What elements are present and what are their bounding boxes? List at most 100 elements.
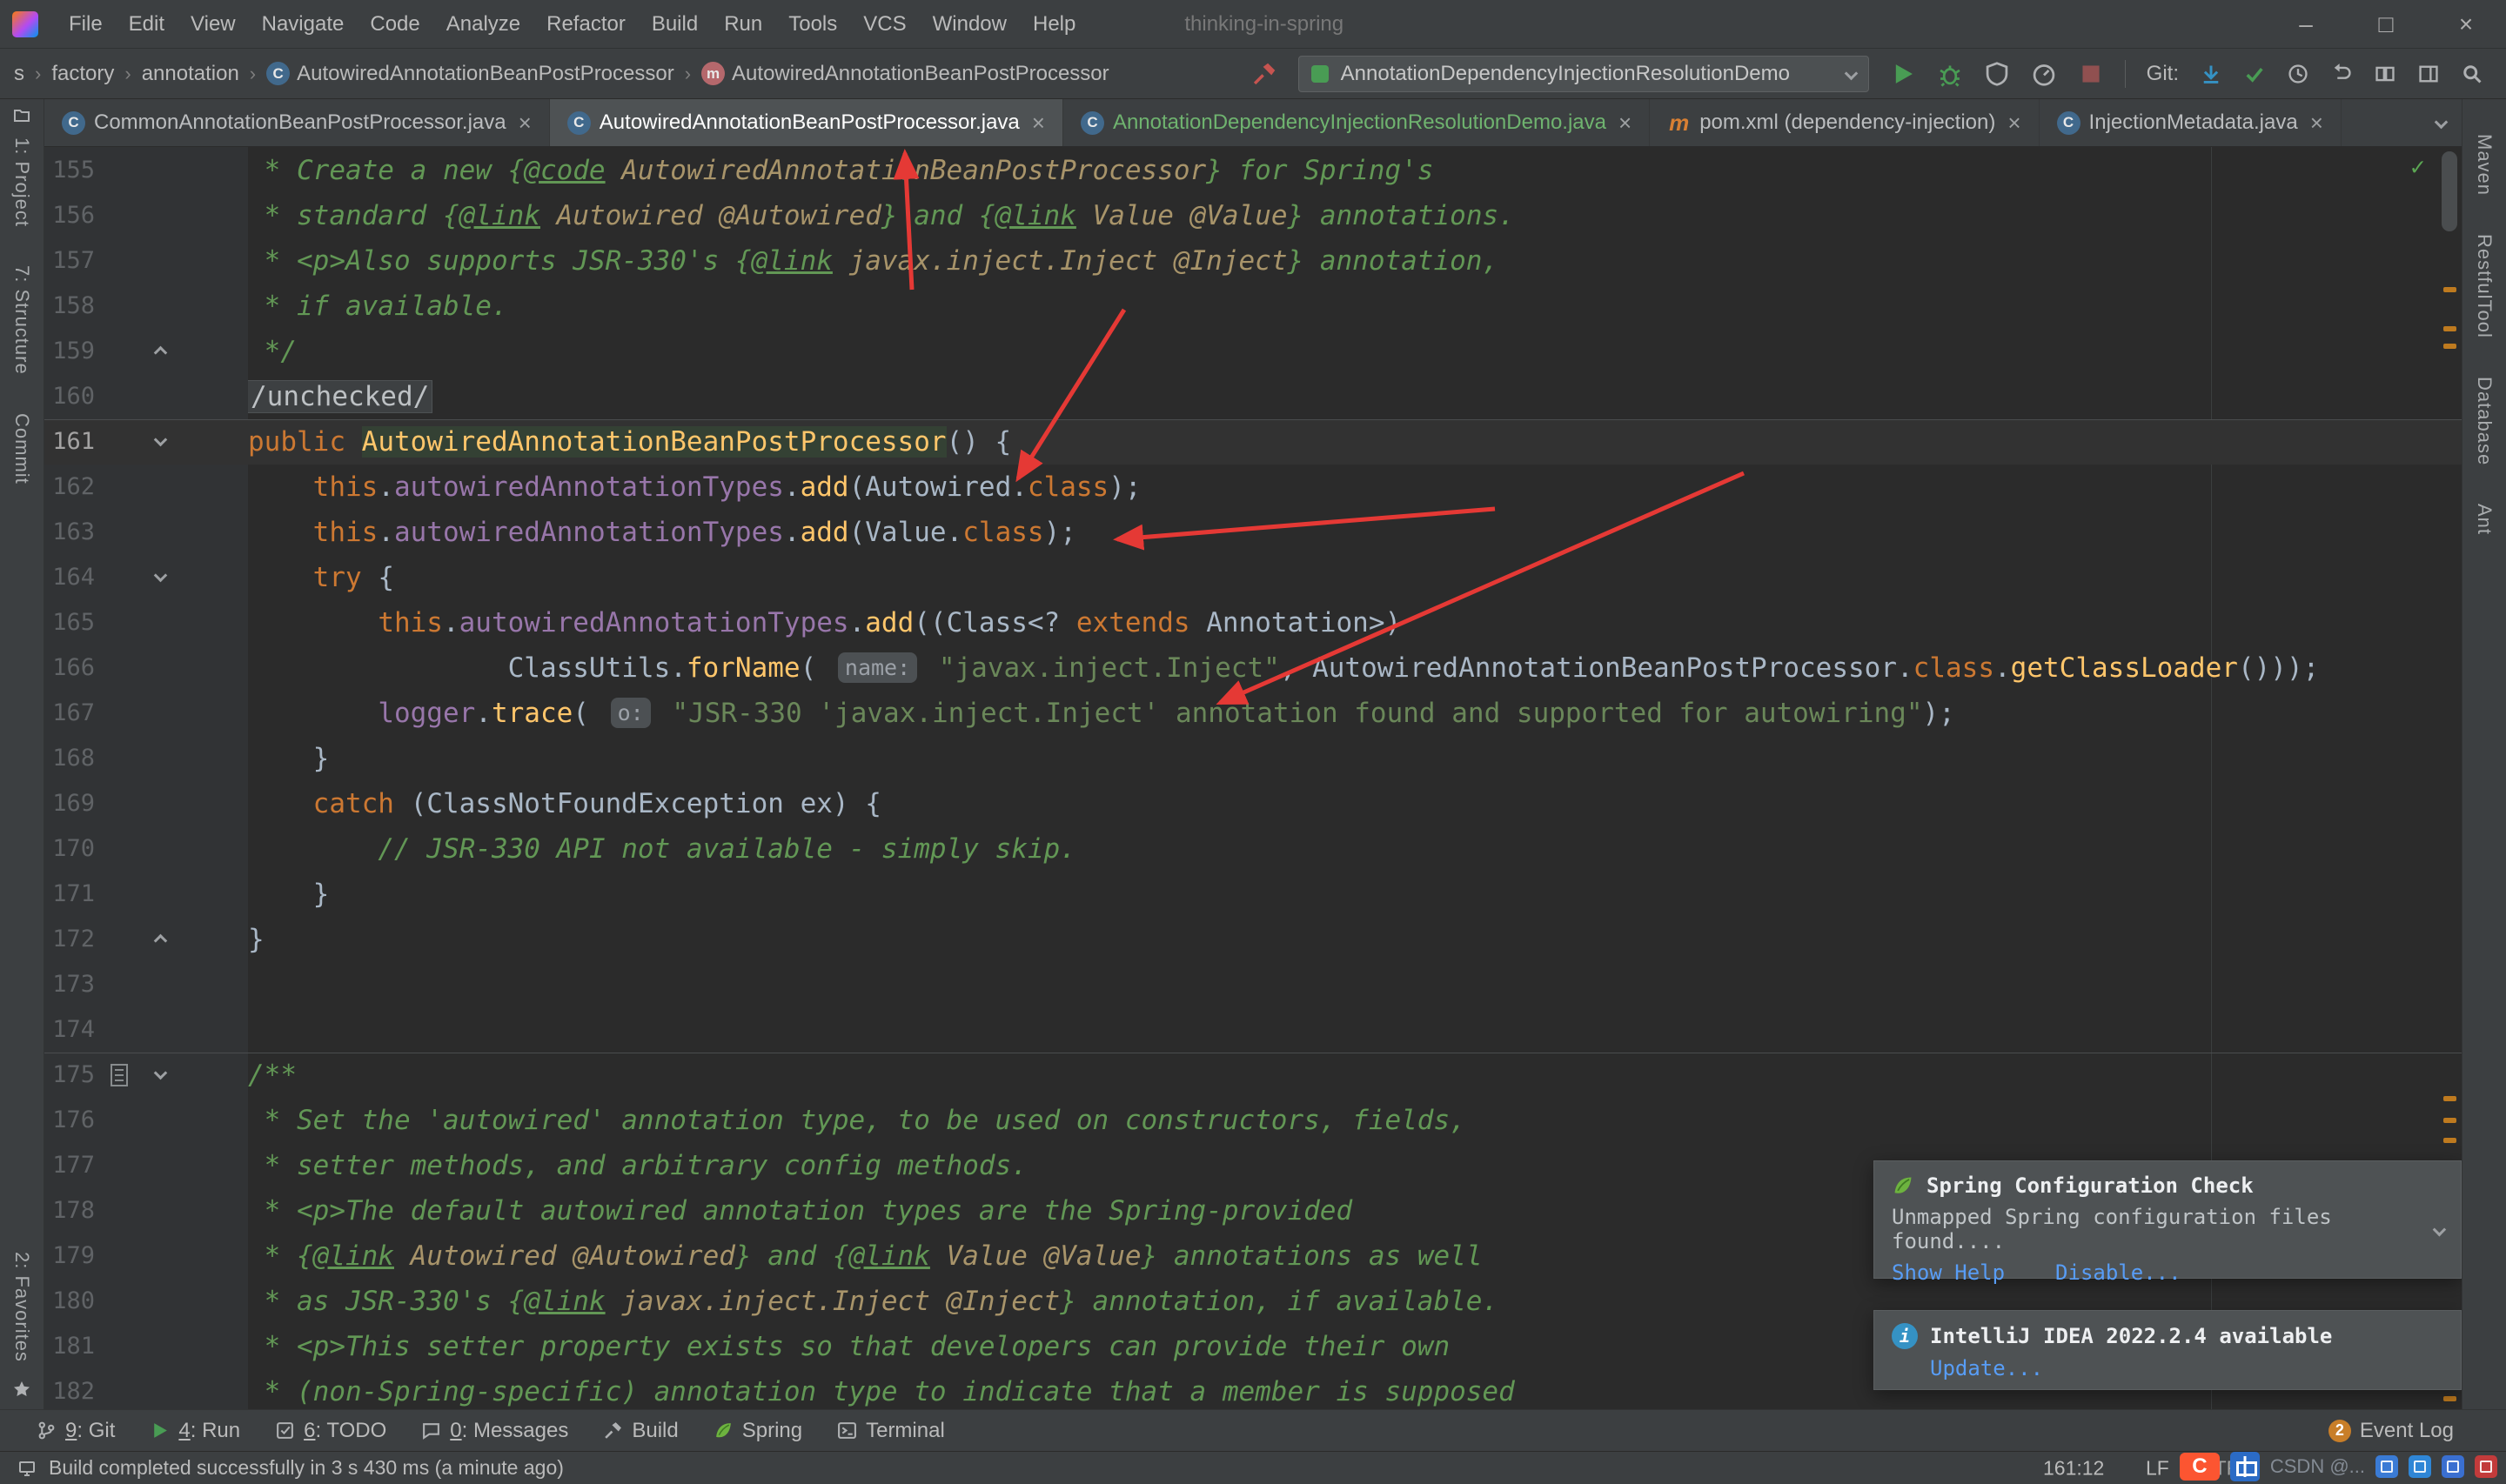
- menu-file[interactable]: File: [56, 12, 116, 37]
- tab[interactable]: C CommonAnnotationBeanPostProcessor.java ×: [44, 99, 550, 146]
- menu-navigate[interactable]: Navigate: [249, 12, 358, 37]
- code-line[interactable]: 173: [44, 962, 2462, 1007]
- breadcrumb-item[interactable]: s: [14, 62, 24, 86]
- profiler-button[interactable]: [2031, 61, 2057, 87]
- code-line[interactable]: 172}: [44, 917, 2462, 962]
- build-hammer-icon[interactable]: [1251, 61, 1277, 87]
- breadcrumb-item[interactable]: factory: [51, 62, 114, 86]
- close-icon[interactable]: ×: [1618, 110, 1632, 137]
- update-project-icon[interactable]: [2200, 63, 2222, 85]
- tab[interactable]: m pom.xml (dependency-injection) ×: [1650, 99, 2040, 146]
- rollback-icon[interactable]: [2330, 63, 2353, 85]
- code-line[interactable]: 159 */: [44, 329, 2462, 374]
- update-link[interactable]: Update...: [1930, 1356, 2043, 1380]
- menu-view[interactable]: View: [178, 12, 249, 37]
- stop-button[interactable]: [2078, 61, 2104, 87]
- code-line[interactable]: 174: [44, 1007, 2462, 1053]
- code-line[interactable]: 162 this.autowiredAnnotationTypes.add(Au…: [44, 465, 2462, 510]
- run-config-selector[interactable]: AnnotationDependencyInjectionResolutionD…: [1297, 55, 1869, 92]
- code-line[interactable]: 168 }: [44, 736, 2462, 781]
- event-log-button[interactable]: 2 Event Log: [2328, 1419, 2454, 1443]
- code-line[interactable]: 158 * if available.: [44, 284, 2462, 329]
- menu-vcs[interactable]: VCS: [850, 12, 919, 37]
- code-line[interactable]: 167 logger.trace( o: "JSR-330 'javax.inj…: [44, 691, 2462, 736]
- menu-code[interactable]: Code: [357, 12, 432, 37]
- maximize-icon[interactable]: □: [2346, 0, 2426, 48]
- project-folder-icon[interactable]: [12, 106, 31, 125]
- coverage-button[interactable]: [1984, 61, 2010, 87]
- menu-edit[interactable]: Edit: [116, 12, 178, 37]
- menu-refactor[interactable]: Refactor: [533, 12, 639, 37]
- code-line[interactable]: 169 catch (ClassNotFoundException ex) {: [44, 781, 2462, 826]
- close-icon[interactable]: ×: [1032, 110, 1045, 137]
- editor-layout-icon[interactable]: [2417, 63, 2440, 85]
- breadcrumb-item[interactable]: annotation: [142, 62, 239, 86]
- close-icon[interactable]: ×: [2310, 110, 2323, 137]
- toolwindow-terminal[interactable]: Terminal: [820, 1419, 962, 1443]
- tool-button-ant[interactable]: Ant: [2473, 504, 2496, 535]
- hidden-tabs-icon[interactable]: [2434, 115, 2449, 130]
- toolwindow-build[interactable]: Build: [586, 1419, 695, 1443]
- commit-icon[interactable]: [2243, 63, 2266, 85]
- favorites-star-icon[interactable]: [12, 1380, 31, 1399]
- code-line[interactable]: 163 this.autowiredAnnotationTypes.add(Va…: [44, 510, 2462, 555]
- code-line[interactable]: 157 * <p>Also supports JSR-330's {@link …: [44, 238, 2462, 284]
- menu-help[interactable]: Help: [1020, 12, 1089, 37]
- code-line[interactable]: 161 public AutowiredAnnotationBeanPostPro…: [44, 419, 2462, 465]
- menu-analyze[interactable]: Analyze: [433, 12, 533, 37]
- tool-button-database[interactable]: Database: [2473, 377, 2496, 465]
- menu-build[interactable]: Build: [639, 12, 711, 37]
- close-icon[interactable]: ×: [2007, 110, 2020, 137]
- tool-button-7-structure[interactable]: 7: Structure: [10, 265, 33, 375]
- tab[interactable]: C InjectionMetadata.java ×: [2040, 99, 2342, 146]
- code-line[interactable]: 160/unchecked/: [44, 374, 2462, 419]
- fold-down-icon[interactable]: [153, 1066, 168, 1080]
- code-line[interactable]: 171 }: [44, 872, 2462, 917]
- breadcrumb-item[interactable]: C AutowiredAnnotationBeanPostProcessor: [266, 62, 674, 86]
- toolwindow-spring[interactable]: Spring: [696, 1419, 820, 1443]
- code-line[interactable]: 164 try {: [44, 555, 2462, 600]
- chevron-down-icon[interactable]: [2432, 1222, 2446, 1236]
- close-icon[interactable]: ×: [519, 110, 532, 137]
- rendered-doc-toggle-icon[interactable]: [111, 1064, 128, 1086]
- toolwindow-6-todo[interactable]: 6: TODO: [258, 1419, 404, 1443]
- show-help-link[interactable]: Show Help: [1892, 1260, 2005, 1285]
- inspections-ok-icon[interactable]: ✓: [2410, 152, 2425, 181]
- scrollbar-thumb[interactable]: [2442, 151, 2457, 231]
- code-line[interactable]: 155 * Create a new {@code AutowiredAnnot…: [44, 148, 2462, 193]
- code-line[interactable]: 170 // JSR-330 API not available - simpl…: [44, 826, 2462, 872]
- menu-run[interactable]: Run: [711, 12, 775, 37]
- run-button[interactable]: [1890, 61, 1916, 87]
- fold-up-icon[interactable]: [153, 933, 168, 948]
- minimize-icon[interactable]: –: [2266, 0, 2346, 48]
- toolwindow-4-run[interactable]: 4: Run: [132, 1419, 258, 1443]
- tool-button-restfultool[interactable]: RestfulTool: [2473, 234, 2496, 338]
- toolwindow-0-messages[interactable]: 0: Messages: [404, 1419, 586, 1443]
- toolwindow-9-git[interactable]: 9: Git: [19, 1419, 132, 1443]
- code-line[interactable]: 165 this.autowiredAnnotationTypes.add((C…: [44, 600, 2462, 645]
- history-icon[interactable]: [2287, 63, 2309, 85]
- tool-button-commit[interactable]: Commit: [10, 413, 33, 485]
- fold-down-icon[interactable]: [153, 432, 168, 447]
- editor[interactable]: 155 * Create a new {@code AutowiredAnnot…: [44, 147, 2462, 1409]
- close-icon[interactable]: ×: [2426, 0, 2506, 48]
- tool-button-1-project[interactable]: 1: Project: [10, 137, 33, 227]
- tool-button-2-favorites[interactable]: 2: Favorites: [10, 1252, 33, 1362]
- code-line[interactable]: 175 /**: [44, 1053, 2462, 1098]
- line-ending[interactable]: LF: [2146, 1456, 2169, 1480]
- code-line[interactable]: 156 * standard {@link Autowired @Autowir…: [44, 193, 2462, 238]
- disable-link[interactable]: Disable...: [2055, 1260, 2181, 1285]
- fold-down-icon[interactable]: [153, 568, 168, 583]
- tab[interactable]: C AutowiredAnnotationBeanPostProcessor.ja…: [549, 99, 1063, 146]
- tab[interactable]: C AnnotationDependencyInjectionResolution…: [1063, 99, 1651, 146]
- menu-tools[interactable]: Tools: [775, 12, 850, 37]
- tool-button-maven[interactable]: Maven: [2473, 134, 2496, 196]
- menu-window[interactable]: Window: [920, 12, 1020, 37]
- code-line[interactable]: 176 * Set the 'autowired' annotation typ…: [44, 1098, 2462, 1143]
- fold-up-icon[interactable]: [153, 345, 168, 360]
- caret-position[interactable]: 161:12: [2043, 1456, 2104, 1480]
- search-icon[interactable]: [2461, 63, 2483, 85]
- debug-button[interactable]: [1937, 61, 1963, 87]
- compare-icon[interactable]: [2374, 63, 2396, 85]
- breadcrumb-item[interactable]: m AutowiredAnnotationBeanPostProcessor: [701, 62, 1109, 86]
